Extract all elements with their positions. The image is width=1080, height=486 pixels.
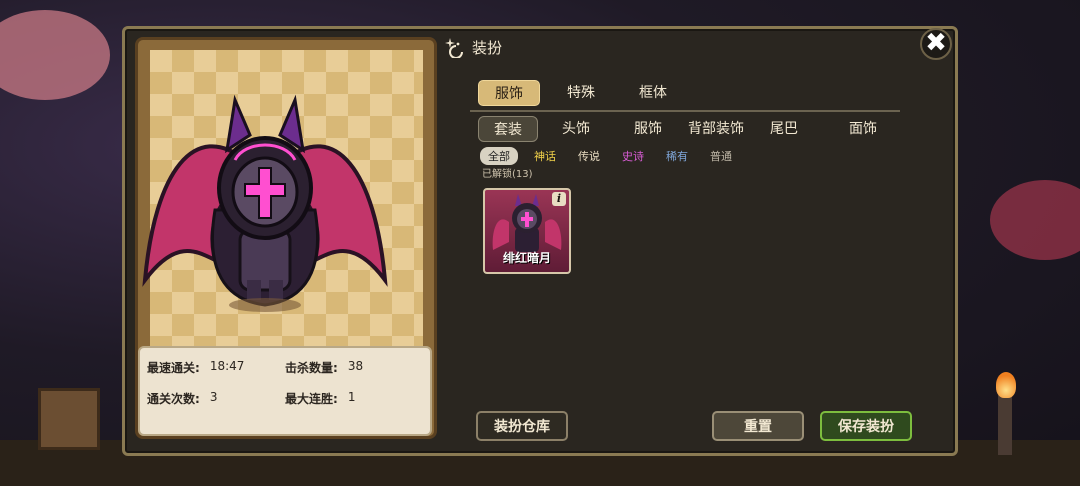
sparkle-hanger-icon (445, 38, 463, 58)
subtab-clothing[interactable]: 服饰 (622, 116, 674, 142)
subtab-headwear[interactable]: 头饰 (550, 116, 602, 142)
filter-mythic[interactable]: 神话 (534, 148, 556, 164)
torch-pole (998, 395, 1012, 455)
character-portrait (142, 94, 388, 312)
panel-title: 装扮 (472, 38, 503, 57)
stat-label: 击杀数量: (285, 361, 338, 375)
stat-value: 18:47 (209, 359, 245, 373)
background-bush (990, 180, 1080, 260)
tab-special[interactable]: 特殊 (550, 80, 612, 106)
costume-item[interactable]: i 绯红暗月 (483, 188, 571, 274)
stat-value: 38 (347, 359, 364, 373)
filter-epic[interactable]: 史诗 (622, 148, 644, 164)
rarity-filter-bar: 全部 神话 传说 史诗 稀有 普通 (480, 147, 754, 165)
filter-rare[interactable]: 稀有 (666, 148, 688, 164)
save-outfit-button[interactable]: 保存装扮 (820, 411, 912, 441)
subtab-set[interactable]: 套装 (478, 116, 538, 142)
filter-legendary[interactable]: 传说 (578, 148, 600, 164)
reset-button[interactable]: 重置 (712, 411, 804, 441)
costume-name: 绯红暗月 (502, 251, 551, 265)
stat-kill-count: 击杀数量: 38 (285, 359, 363, 376)
stat-label: 最大连胜: (285, 392, 338, 406)
sub-tab-bar: 套装 头饰 服饰 背部装饰 尾巴 面饰 (478, 116, 888, 142)
tab-divider (470, 110, 900, 112)
background-tree (0, 10, 110, 100)
stat-max-streak: 最大连胜: 1 (285, 390, 355, 407)
tab-clothing[interactable]: 服饰 (478, 80, 540, 106)
subtab-face-decor[interactable]: 面饰 (838, 116, 888, 142)
stat-fastest-clear: 最速通关: 18:47 (147, 359, 244, 376)
stat-label: 通关次数: (147, 392, 200, 406)
stat-value: 3 (209, 390, 218, 404)
close-button[interactable]: ✖ (920, 28, 952, 60)
stat-clear-count: 通关次数: 3 (147, 390, 217, 407)
subtab-back-decor[interactable]: 背部装饰 (682, 116, 750, 142)
filter-common[interactable]: 普通 (710, 148, 732, 164)
tab-frame[interactable]: 框体 (622, 80, 684, 106)
wardrobe-button[interactable]: 装扮仓库 (476, 411, 568, 441)
torch-flame-icon (996, 372, 1016, 398)
stat-value: 1 (347, 390, 356, 404)
main-tab-bar: 服饰 特殊 框体 (478, 80, 694, 106)
subtab-tail[interactable]: 尾巴 (764, 116, 804, 142)
panel-header: 装扮 (444, 36, 502, 58)
unlocked-count: 已解锁(13) (482, 169, 533, 180)
stat-label: 最速通关: (147, 361, 200, 375)
background-crate (38, 388, 100, 450)
filter-all[interactable]: 全部 (480, 147, 518, 165)
info-icon[interactable]: i (552, 192, 566, 206)
